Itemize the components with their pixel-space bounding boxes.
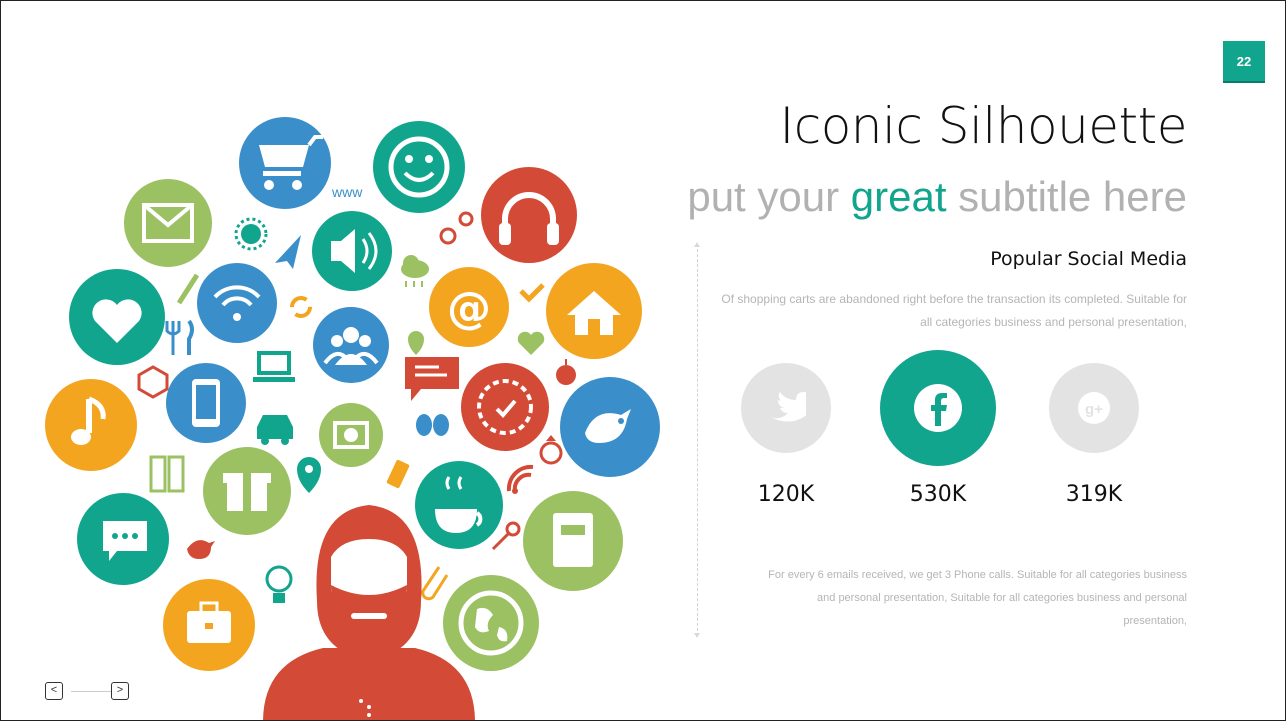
stat-twitter: 120K	[736, 363, 836, 507]
at-sign-icon: @	[429, 267, 509, 347]
location-pin-icon	[297, 457, 321, 493]
smartphone-icon	[166, 363, 246, 443]
subtitle-suffix: subtitle here	[946, 173, 1187, 220]
dashed-divider	[694, 242, 700, 638]
stat-value: 530K	[909, 482, 967, 507]
smiley-icon	[373, 121, 465, 213]
shopping-cart-icon	[239, 117, 331, 209]
paperclip-icon	[421, 566, 449, 601]
map-pin-icon	[408, 331, 424, 355]
slide-subtitle: put your great subtitle here	[687, 173, 1187, 221]
laptop-icon	[253, 351, 295, 382]
ring-icon	[539, 435, 563, 465]
svg-text:g+: g+	[1085, 401, 1103, 418]
checkmark-icon	[519, 283, 545, 303]
lightbulb-icon	[265, 565, 293, 603]
notebook-icon	[523, 491, 623, 591]
coffee-cup-icon	[415, 461, 503, 549]
users-icon	[313, 307, 389, 383]
cloud-rain-icon	[401, 255, 429, 287]
car-icon	[257, 415, 293, 445]
small-bird-icon	[187, 540, 215, 559]
gift-icon	[203, 447, 291, 535]
briefcase-icon	[163, 579, 255, 671]
mail-icon	[124, 179, 212, 267]
svg-text:@: @	[447, 283, 491, 334]
description-top: Of shopping carts are abandoned right be…	[721, 292, 1187, 329]
bird-icon	[560, 377, 660, 477]
butterfly-icon	[416, 414, 449, 436]
google-plus-icon: g+	[1049, 363, 1139, 453]
heart-icon	[69, 269, 165, 365]
pencil-icon	[176, 273, 200, 305]
paper-plane-icon	[275, 235, 301, 269]
prev-slide-button[interactable]: <	[45, 682, 63, 700]
gears-icon	[439, 211, 474, 245]
refresh-icon	[290, 296, 312, 318]
signal-icon	[506, 464, 534, 494]
nav-progress-line	[71, 691, 111, 692]
speaker-icon	[312, 211, 392, 291]
wifi-icon	[197, 263, 277, 343]
small-heart-icon	[517, 331, 545, 355]
clock-icon	[461, 363, 549, 451]
apple-icon	[556, 359, 576, 385]
facebook-icon	[880, 350, 996, 466]
sun-icon	[234, 217, 268, 251]
camera-icon	[319, 403, 383, 467]
box-icon	[137, 365, 169, 399]
description-bottom: For every 6 emails received, we get 3 Ph…	[768, 569, 1187, 627]
www-text: www	[331, 184, 363, 200]
stat-facebook: 530K	[880, 350, 996, 507]
headphones-icon	[481, 167, 577, 263]
twitter-icon	[741, 363, 831, 453]
messages-icon	[77, 493, 169, 585]
battery-icon	[386, 459, 410, 489]
section-title: Popular Social Media	[990, 248, 1187, 270]
fork-knife-icon	[165, 319, 194, 355]
book-icon	[149, 455, 185, 493]
chat-bubble-icon	[405, 357, 459, 401]
stat-value: 120K	[757, 482, 815, 507]
home-icon	[546, 263, 642, 359]
stat-google-plus: g+ 319K	[1044, 363, 1144, 507]
stat-value: 319K	[1065, 482, 1123, 507]
next-slide-button[interactable]: >	[111, 682, 129, 700]
music-note-icon	[45, 379, 137, 471]
globe-icon	[443, 575, 539, 671]
subtitle-prefix: put your	[687, 173, 851, 220]
slide: www @ 22 Iconic Silhouette put your grea…	[0, 0, 1286, 721]
page-number: 22	[1223, 41, 1265, 81]
subtitle-highlight: great	[850, 173, 947, 220]
slide-title: Iconic Silhouette	[779, 97, 1187, 155]
icon-collage: www @	[45, 117, 660, 720]
